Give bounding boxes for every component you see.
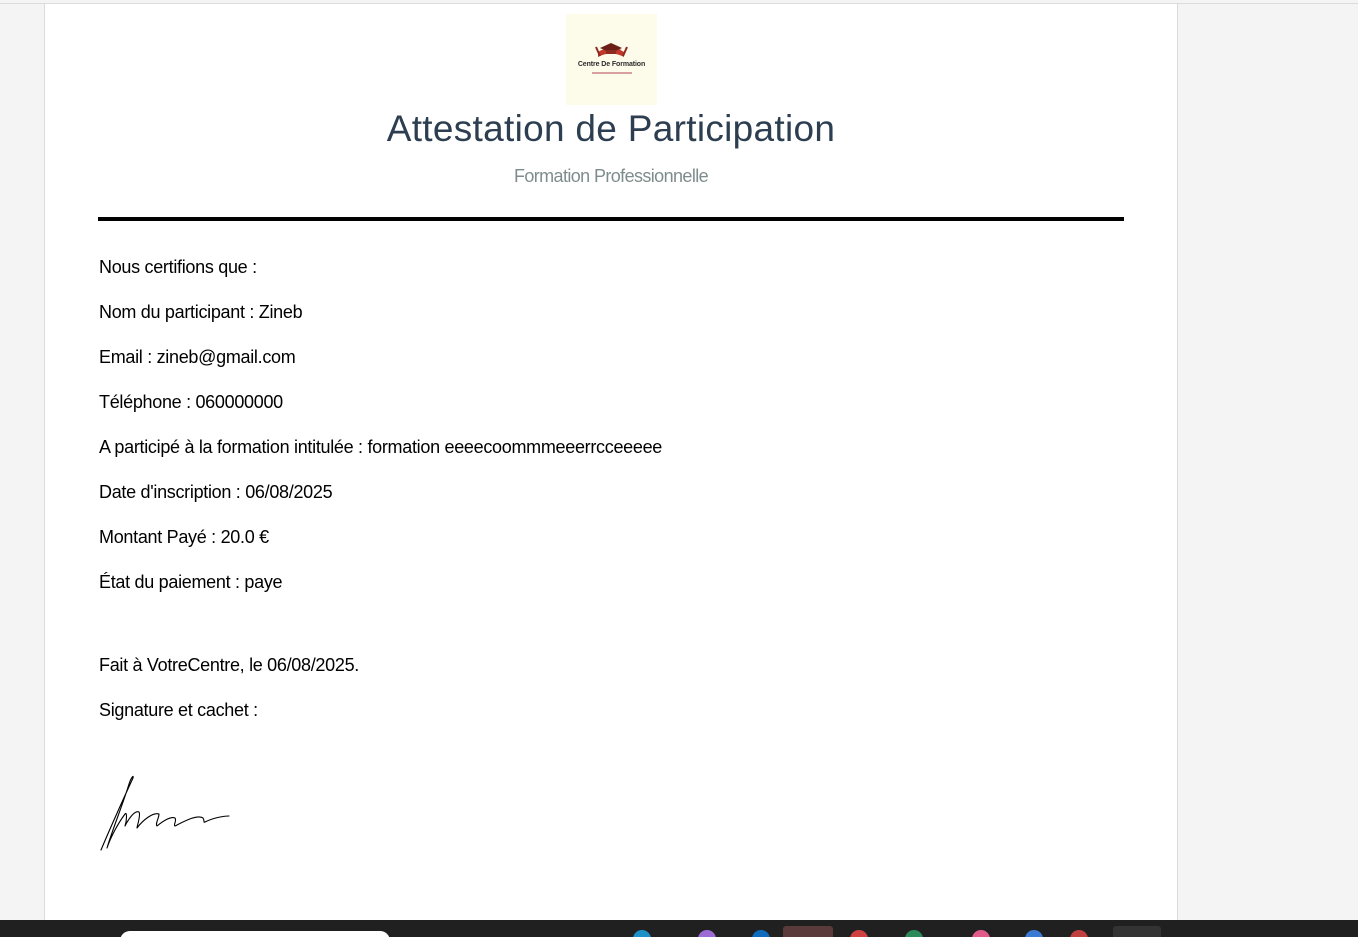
taskbar-search-box[interactable] [120,931,390,937]
graduation-cap-icon [595,43,628,57]
centre-logo: Centre De Formation [566,14,657,105]
certificate-title: Attestation de Participation [386,108,836,149]
app-icon[interactable] [972,930,990,937]
logo-tagline [592,72,632,74]
payment-status: État du paiement : paye [99,572,283,592]
document-viewer: Centre De Formation Attestation de Parti… [0,0,1358,920]
windows-taskbar [0,920,1358,937]
terminal-icon[interactable] [1113,926,1161,937]
handwritten-signature [100,775,230,851]
copilot-icon[interactable] [698,930,716,937]
certificate-page: Centre De Formation Attestation de Parti… [44,4,1178,920]
header-divider [98,217,1124,221]
participant-name: Nom du participant : Zineb [99,302,303,322]
outlook-icon[interactable] [752,930,770,937]
active-app-icon[interactable] [783,926,833,937]
logo-label: Centre De Formation [577,61,646,68]
app-icon[interactable] [1025,930,1043,937]
chrome-icon[interactable] [850,930,868,937]
edge-icon[interactable] [633,930,651,937]
participant-email: Email : zineb@gmail.com [99,347,296,367]
training-title: A participé à la formation intitulée : f… [99,437,663,457]
signature-label: Signature et cachet : [99,700,258,720]
intro-line: Nous certifions que : [99,257,257,277]
registration-date: Date d'inscription : 06/08/2025 [99,482,333,502]
certificate-subtitle: Formation Professionnelle [513,166,709,186]
app-icon[interactable] [905,930,923,937]
amount-paid: Montant Payé : 20.0 € [99,527,269,547]
participant-phone: Téléphone : 060000000 [99,392,283,412]
app-icon[interactable] [1070,930,1088,937]
place-and-date: Fait à VotreCentre, le 06/08/2025. [99,655,359,675]
